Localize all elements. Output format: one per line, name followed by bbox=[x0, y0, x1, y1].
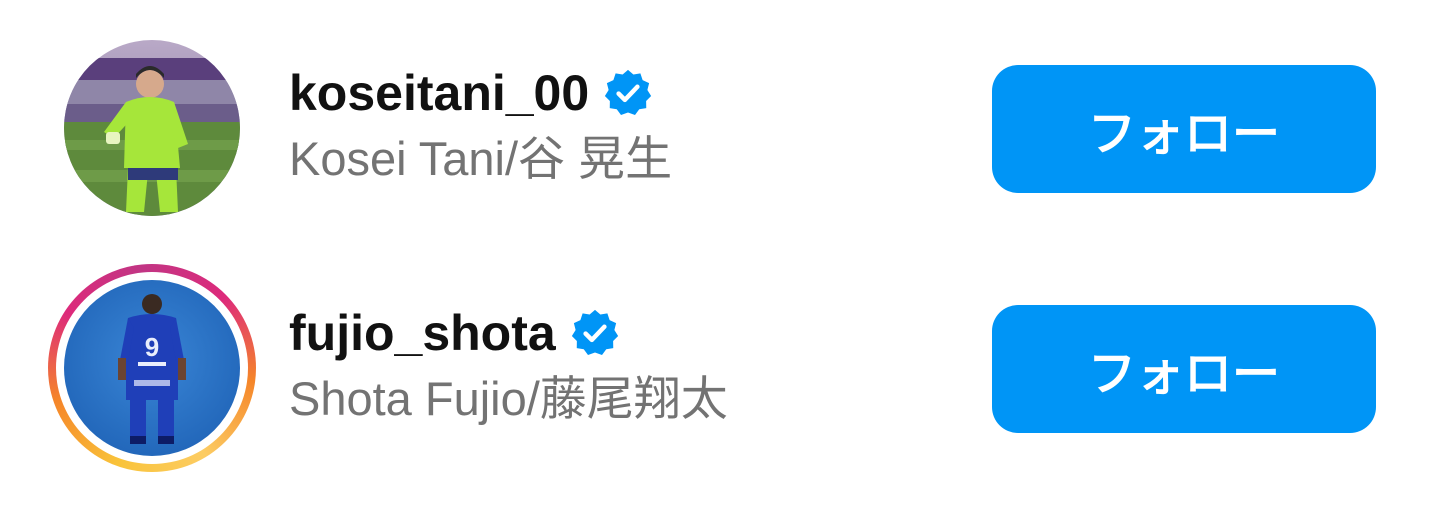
avatar[interactable] bbox=[48, 24, 256, 232]
username[interactable]: fujio_shota bbox=[289, 302, 556, 364]
goalkeeper-photo bbox=[64, 40, 240, 216]
verified-badge-icon bbox=[571, 309, 618, 355]
suggested-accounts-list: koseitani_00 Kosei Tani/谷 晃生 フォロー 9 fuji… bbox=[0, 0, 1440, 511]
avatar-photo: 9 bbox=[64, 280, 240, 456]
avatar[interactable]: 9 bbox=[48, 264, 256, 472]
account-row[interactable]: koseitani_00 Kosei Tani/谷 晃生 フォロー bbox=[0, 0, 1440, 240]
avatar-photo bbox=[64, 40, 240, 216]
account-text[interactable]: koseitani_00 Kosei Tani/谷 晃生 bbox=[289, 62, 672, 190]
account-text[interactable]: fujio_shota Shota Fujio/藤尾翔太 bbox=[289, 302, 728, 430]
username[interactable]: koseitani_00 bbox=[289, 62, 589, 124]
verified-badge-icon bbox=[605, 69, 652, 115]
follow-button[interactable]: フォロー bbox=[992, 305, 1376, 433]
follow-button[interactable]: フォロー bbox=[992, 65, 1376, 193]
full-name: Shota Fujio/藤尾翔太 bbox=[289, 372, 728, 425]
player-back-photo: 9 bbox=[64, 280, 240, 456]
account-row[interactable]: 9 fujio_shota Shota Fujio/藤尾翔太 フォロー bbox=[0, 240, 1440, 480]
full-name: Kosei Tani/谷 晃生 bbox=[289, 132, 673, 185]
svg-text:9: 9 bbox=[145, 332, 159, 362]
